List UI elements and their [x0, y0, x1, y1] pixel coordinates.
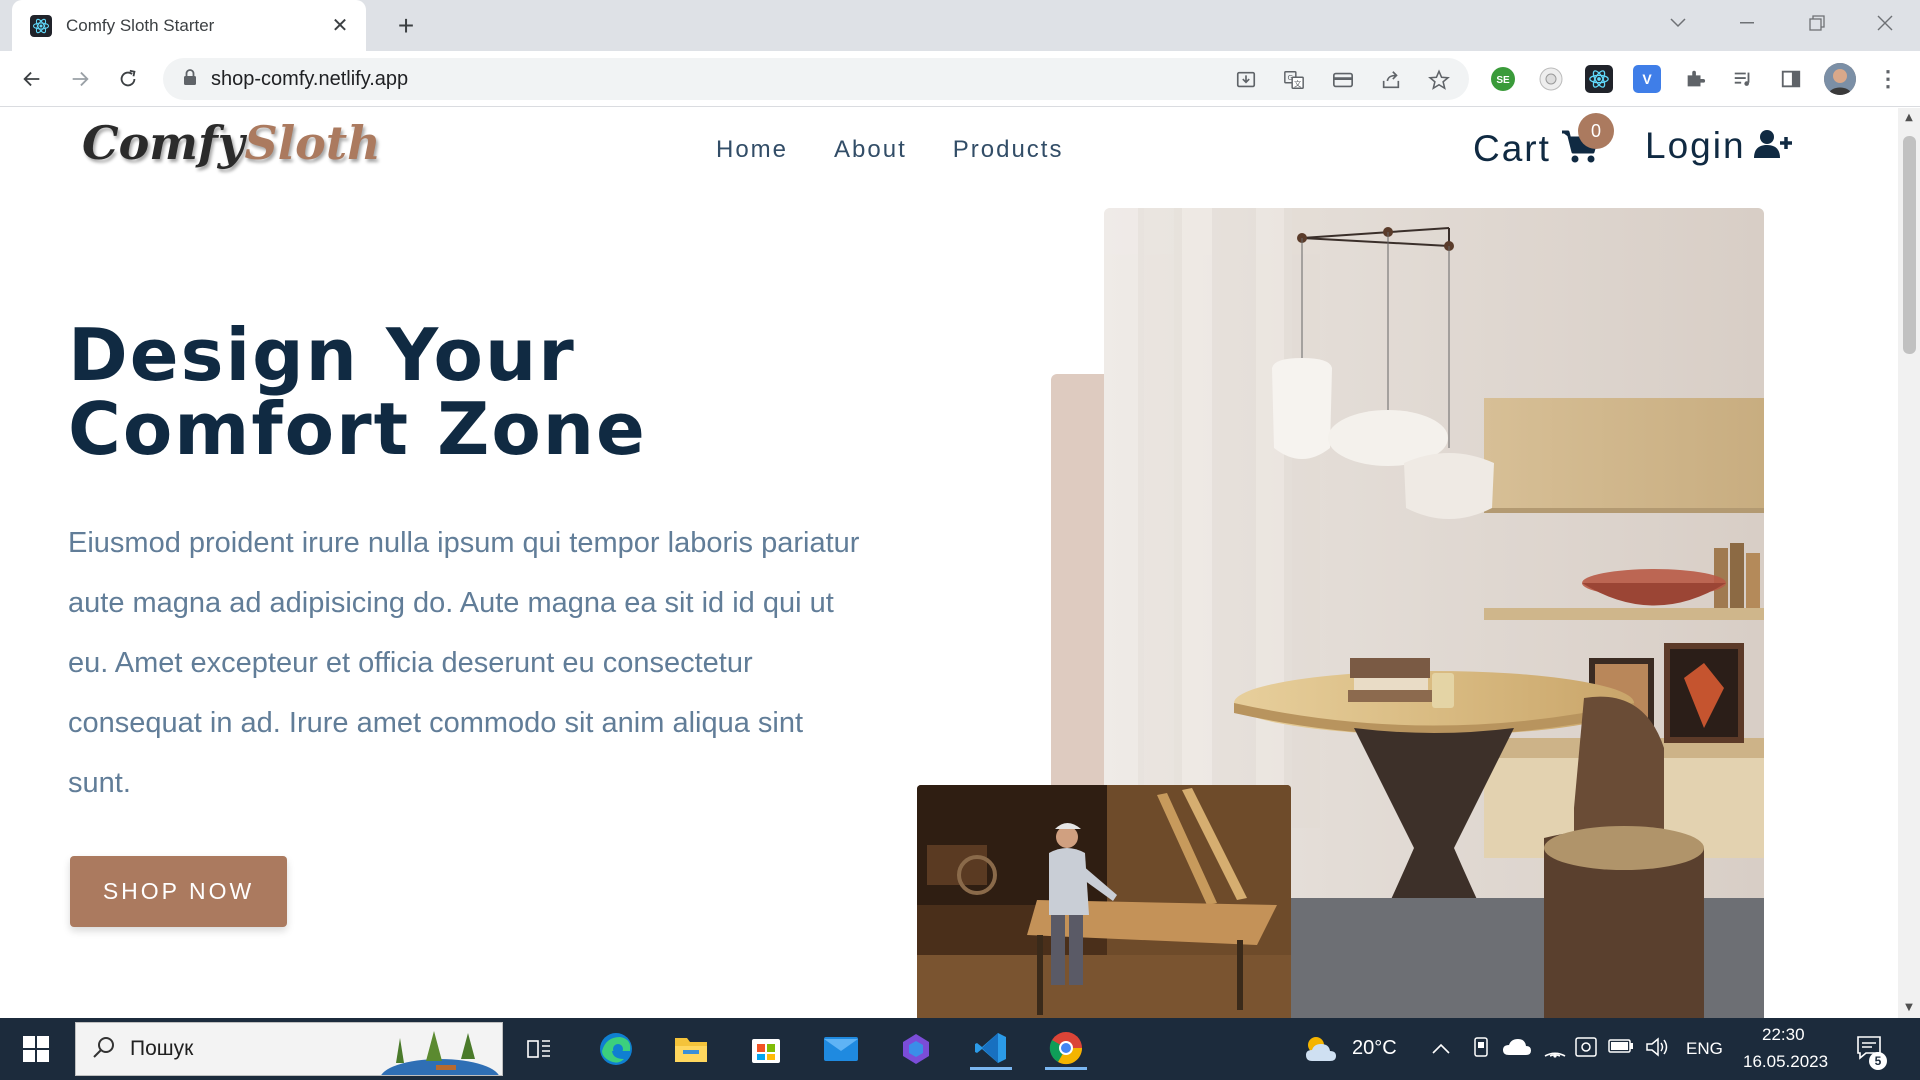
restore-button[interactable]	[1797, 8, 1837, 38]
copilot-icon[interactable]	[895, 1028, 937, 1070]
tray-app-icon[interactable]	[1472, 1036, 1490, 1063]
translate-icon[interactable]: 文G	[1281, 67, 1307, 93]
edge-browser-icon[interactable]	[595, 1028, 637, 1070]
hero-description: Eiusmod proident irure nulla ipsum qui t…	[68, 527, 860, 799]
scroll-up-icon[interactable]: ▲	[1903, 112, 1915, 124]
menu-kebab-icon[interactable]: ⋮	[1874, 65, 1902, 93]
tab-strip: Comfy Sloth Starter ✕ +	[0, 0, 1920, 51]
bookmark-star-icon[interactable]	[1426, 67, 1452, 93]
v-extension-icon[interactable]: V	[1633, 65, 1661, 93]
share-icon[interactable]	[1378, 67, 1404, 93]
web-page: ComfySloth Home About Products Cart 0 Lo…	[0, 108, 1898, 1018]
search-icon	[92, 1035, 116, 1063]
windows-start-icon[interactable]	[15, 1028, 57, 1070]
shop-now-button[interactable]: SHOP NOW	[70, 856, 287, 927]
tab-close-icon[interactable]: ✕	[328, 13, 352, 37]
card-icon[interactable]	[1330, 67, 1356, 93]
nav-products-link[interactable]: Products	[953, 136, 1064, 164]
hero-title-line2: Comfort Zone	[68, 387, 647, 471]
close-window-button[interactable]	[1865, 8, 1905, 38]
browser-toolbar: shop-comfy.netlify.app 文G SE V ⋮	[0, 51, 1920, 107]
tray-settings-icon[interactable]	[1574, 1036, 1598, 1063]
carpenter-workshop-image	[917, 785, 1291, 1018]
hero-title: Design Your Comfort Zone	[68, 318, 647, 466]
extensions-puzzle-icon[interactable]	[1681, 65, 1709, 93]
file-explorer-icon[interactable]	[670, 1028, 712, 1070]
mail-icon[interactable]	[820, 1028, 862, 1070]
task-view-icon[interactable]	[518, 1028, 560, 1070]
reload-button[interactable]	[112, 63, 144, 95]
camera-extension-icon[interactable]	[1537, 65, 1565, 93]
chrome-icon[interactable]	[1045, 1028, 1087, 1070]
login-button[interactable]: Login	[1645, 125, 1792, 167]
battery-icon[interactable]	[1608, 1038, 1634, 1059]
taskbar-search-box[interactable]: Пошук	[75, 1022, 503, 1076]
svg-text:SE: SE	[1496, 75, 1510, 86]
vscode-icon[interactable]	[970, 1028, 1012, 1070]
nav-home-link[interactable]: Home	[716, 136, 788, 164]
nav-about-link[interactable]: About	[834, 136, 907, 164]
search-highlight-image	[376, 1023, 502, 1075]
forward-button[interactable]	[64, 63, 96, 95]
media-control-icon[interactable]	[1729, 65, 1757, 93]
react-favicon-icon	[30, 14, 52, 37]
windows-taskbar: Пошук 20°C ENG 22:30 16.05.2023 5	[0, 1018, 1920, 1080]
scroll-down-icon[interactable]: ▼	[1903, 1002, 1915, 1014]
lock-icon	[183, 68, 197, 90]
svg-text:G: G	[1287, 73, 1293, 82]
react-devtools-icon[interactable]	[1585, 65, 1613, 93]
system-tray-chevron-icon[interactable]	[1432, 1034, 1450, 1060]
browser-tab[interactable]: Comfy Sloth Starter ✕	[12, 0, 366, 51]
logo-part2: Sloth	[244, 116, 381, 170]
cart-label: Cart	[1473, 128, 1551, 169]
tab-search-icon[interactable]	[1658, 8, 1698, 38]
page-scrollbar[interactable]: ▲ ▼	[1898, 108, 1920, 1018]
search-placeholder: Пошук	[130, 1037, 194, 1060]
notification-count-badge: 5	[1869, 1052, 1887, 1070]
new-tab-button[interactable]: +	[390, 10, 422, 42]
login-label: Login	[1645, 125, 1746, 166]
clock-time[interactable]: 22:30	[1762, 1025, 1805, 1045]
wifi-icon[interactable]	[1543, 1036, 1567, 1063]
logo-part1: Comfy	[82, 116, 245, 170]
volume-icon[interactable]	[1645, 1036, 1669, 1063]
hero-title-line1: Design Your	[68, 313, 576, 397]
clock-date[interactable]: 16.05.2023	[1743, 1052, 1828, 1072]
side-panel-icon[interactable]	[1777, 65, 1805, 93]
url-text: shop-comfy.netlify.app	[211, 67, 409, 90]
user-plus-icon	[1753, 129, 1792, 163]
address-bar[interactable]: shop-comfy.netlify.app 文G	[163, 58, 1469, 100]
weather-temperature: 20°C	[1352, 1037, 1397, 1059]
install-app-icon[interactable]	[1233, 67, 1259, 93]
comfy-sloth-logo[interactable]: ComfySloth	[82, 116, 381, 170]
main-nav: Home About Products	[716, 136, 1063, 164]
back-button[interactable]	[16, 63, 48, 95]
minimize-button[interactable]	[1727, 8, 1767, 38]
cart-count-badge: 0	[1578, 113, 1614, 149]
onedrive-icon[interactable]	[1503, 1038, 1531, 1061]
weather-icon[interactable]	[1300, 1028, 1342, 1070]
se-extension-icon[interactable]: SE	[1489, 65, 1517, 93]
input-language[interactable]: ENG	[1686, 1039, 1723, 1059]
scroll-thumb[interactable]	[1903, 136, 1916, 354]
microsoft-store-icon[interactable]	[745, 1028, 787, 1070]
profile-avatar[interactable]	[1824, 63, 1856, 95]
tab-title: Comfy Sloth Starter	[66, 15, 215, 35]
svg-text:文: 文	[1294, 79, 1302, 88]
